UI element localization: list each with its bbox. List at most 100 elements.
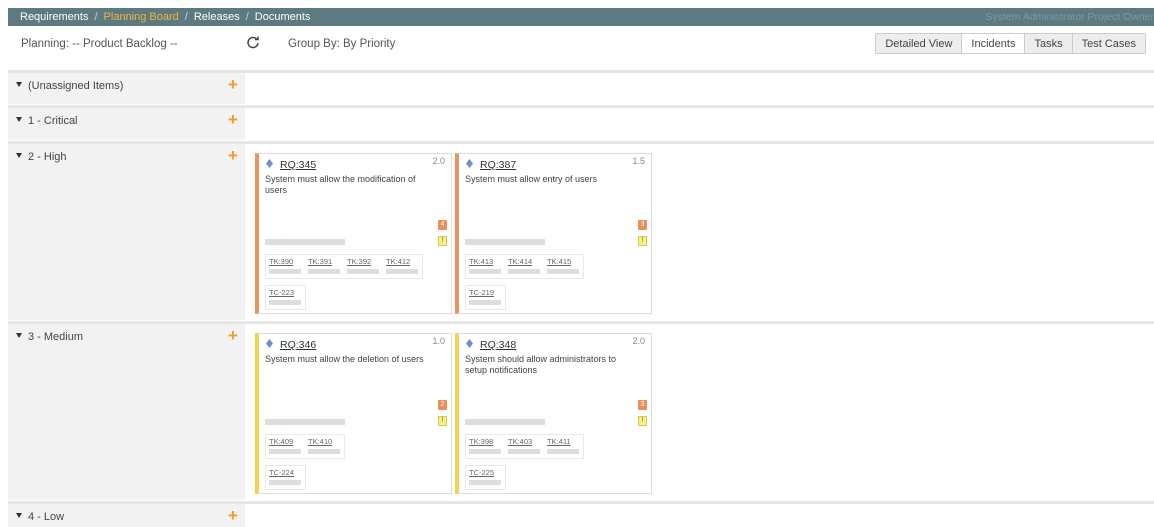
progress-bar [265,239,345,245]
priority-row-high: 2 - High + RQ:345 2.0 System must allow … [8,141,1154,320]
task-chip[interactable]: TK:410 [305,435,344,458]
incidents-button[interactable]: Incidents [962,34,1026,53]
tasks-button[interactable]: Tasks [1025,34,1073,53]
toolbar: Planning: -- Product Backlog -- Group By… [8,26,1154,66]
nav-planning-board[interactable]: Planning Board [104,11,179,23]
diamond-icon [266,339,273,348]
nav-separator: / [245,11,249,23]
warning-badge[interactable]: ! [438,236,447,246]
caret-down-icon[interactable] [16,117,22,122]
test-case-list: TC-219 [465,285,506,310]
test-case-chip[interactable]: TC-225 [466,466,505,489]
requirement-link[interactable]: RQ:346 [280,339,316,351]
top-nav: Requirements / Planning Board / Releases… [8,8,1154,26]
requirement-link[interactable]: RQ:345 [280,159,316,171]
test-case-list: TC-223 [265,285,306,310]
nav-releases[interactable]: Releases [194,11,240,23]
row-title[interactable]: (Unassigned Items) [16,80,123,92]
task-list: TK:390 TK:391 TK:392 TK:412 [265,254,423,279]
task-chip[interactable]: TK:403 [505,435,544,458]
test-case-chip[interactable]: TC-223 [266,286,305,309]
row-header: 1 - Critical + [8,108,245,140]
caret-down-icon[interactable] [16,82,22,87]
task-chip[interactable]: TK:398 [466,435,505,458]
diamond-icon [266,159,273,168]
requirement-card[interactable]: RQ:387 1.5 System must allow entry of us… [455,153,652,314]
row-lane [245,504,1154,527]
requirement-card[interactable]: RQ:346 1.0 System must allow the deletio… [255,333,452,494]
row-header: 4 - Low + [8,504,245,527]
requirement-description: System should allow administrators to se… [465,354,617,375]
row-lane: RQ:346 1.0 System must allow the deletio… [245,324,1154,500]
requirement-link[interactable]: RQ:387 [480,159,516,171]
requirement-card[interactable]: RQ:348 2.0 System should allow administr… [455,333,652,494]
detailed-view-button[interactable]: Detailed View [876,34,963,53]
nav-requirements[interactable]: Requirements [20,11,88,23]
priority-row-medium: 3 - Medium + RQ:346 1.0 System must allo… [8,321,1154,500]
row-header: 2 - High + [8,144,245,320]
task-list: TK:409 TK:410 [265,434,345,459]
task-list: TK:398 TK:403 TK:411 [465,434,584,459]
row-lane [245,73,1154,104]
task-chip[interactable]: TK:392 [344,255,383,278]
priority-row-critical: 1 - Critical + [8,105,1154,140]
task-chip[interactable]: TK:414 [505,255,544,278]
progress-bar [465,239,545,245]
user-info[interactable]: System Administrator Project Owner [985,8,1154,26]
caret-down-icon[interactable] [16,513,22,518]
test-cases-button[interactable]: Test Cases [1072,34,1145,53]
test-case-chip[interactable]: TC-224 [266,466,305,489]
estimate: 1.5 [632,156,645,166]
caret-down-icon[interactable] [16,333,22,338]
task-chip[interactable]: TK:390 [266,255,305,278]
row-header: (Unassigned Items) + [8,73,245,104]
estimate: 1.0 [432,336,445,346]
caret-down-icon[interactable] [16,153,22,158]
plus-icon[interactable]: + [228,507,238,524]
progress-bar [465,419,545,425]
nav-separator: / [94,11,98,23]
requirement-description: System must allow the deletion of users [265,354,424,364]
requirement-link[interactable]: RQ:348 [480,339,516,351]
test-case-list: TC-225 [465,465,506,490]
incident-count-badge[interactable]: 2 [438,400,447,410]
plus-icon[interactable]: + [228,111,238,128]
row-title[interactable]: 4 - Low [16,511,64,523]
row-header: 3 - Medium + [8,324,245,500]
plus-icon[interactable]: + [228,147,238,164]
task-chip[interactable]: TK:413 [466,255,505,278]
warning-badge[interactable]: ! [438,416,447,426]
nav-separator: / [184,11,188,23]
group-by-selector[interactable]: Group By: By Priority [288,38,395,50]
task-chip[interactable]: TK:391 [305,255,344,278]
task-list: TK:413 TK:414 TK:415 [465,254,584,279]
plus-icon[interactable]: + [228,327,238,344]
incident-count-badge[interactable]: 4 [438,220,447,230]
refresh-icon[interactable] [246,35,260,49]
diamond-icon [466,339,473,348]
row-title[interactable]: 3 - Medium [16,331,83,343]
priority-row-low: 4 - Low + [8,501,1154,527]
test-case-chip[interactable]: TC-219 [466,286,505,309]
progress-bar [265,419,345,425]
view-toggle-group: Detailed View Incidents Tasks Test Cases [875,33,1146,54]
row-title[interactable]: 2 - High [16,151,67,163]
estimate: 2.0 [632,336,645,346]
priority-row-unassigned: (Unassigned Items) + [8,70,1154,104]
row-title[interactable]: 1 - Critical [16,115,78,127]
task-chip[interactable]: TK:412 [383,255,422,278]
nav-documents[interactable]: Documents [255,11,311,23]
warning-badge[interactable]: ! [638,416,647,426]
planning-selector[interactable]: Planning: -- Product Backlog -- [21,38,178,50]
plus-icon[interactable]: + [228,76,238,93]
test-case-list: TC-224 [265,465,306,490]
requirement-card[interactable]: RQ:345 2.0 System must allow the modific… [255,153,452,314]
diamond-icon [466,159,473,168]
warning-badge[interactable]: ! [638,236,647,246]
task-chip[interactable]: TK:415 [544,255,583,278]
task-chip[interactable]: TK:409 [266,435,305,458]
incident-count-badge[interactable]: 3 [638,220,647,230]
task-chip[interactable]: TK:411 [544,435,583,458]
requirement-description: System must allow entry of users [465,174,598,184]
incident-count-badge[interactable]: 3 [638,400,647,410]
